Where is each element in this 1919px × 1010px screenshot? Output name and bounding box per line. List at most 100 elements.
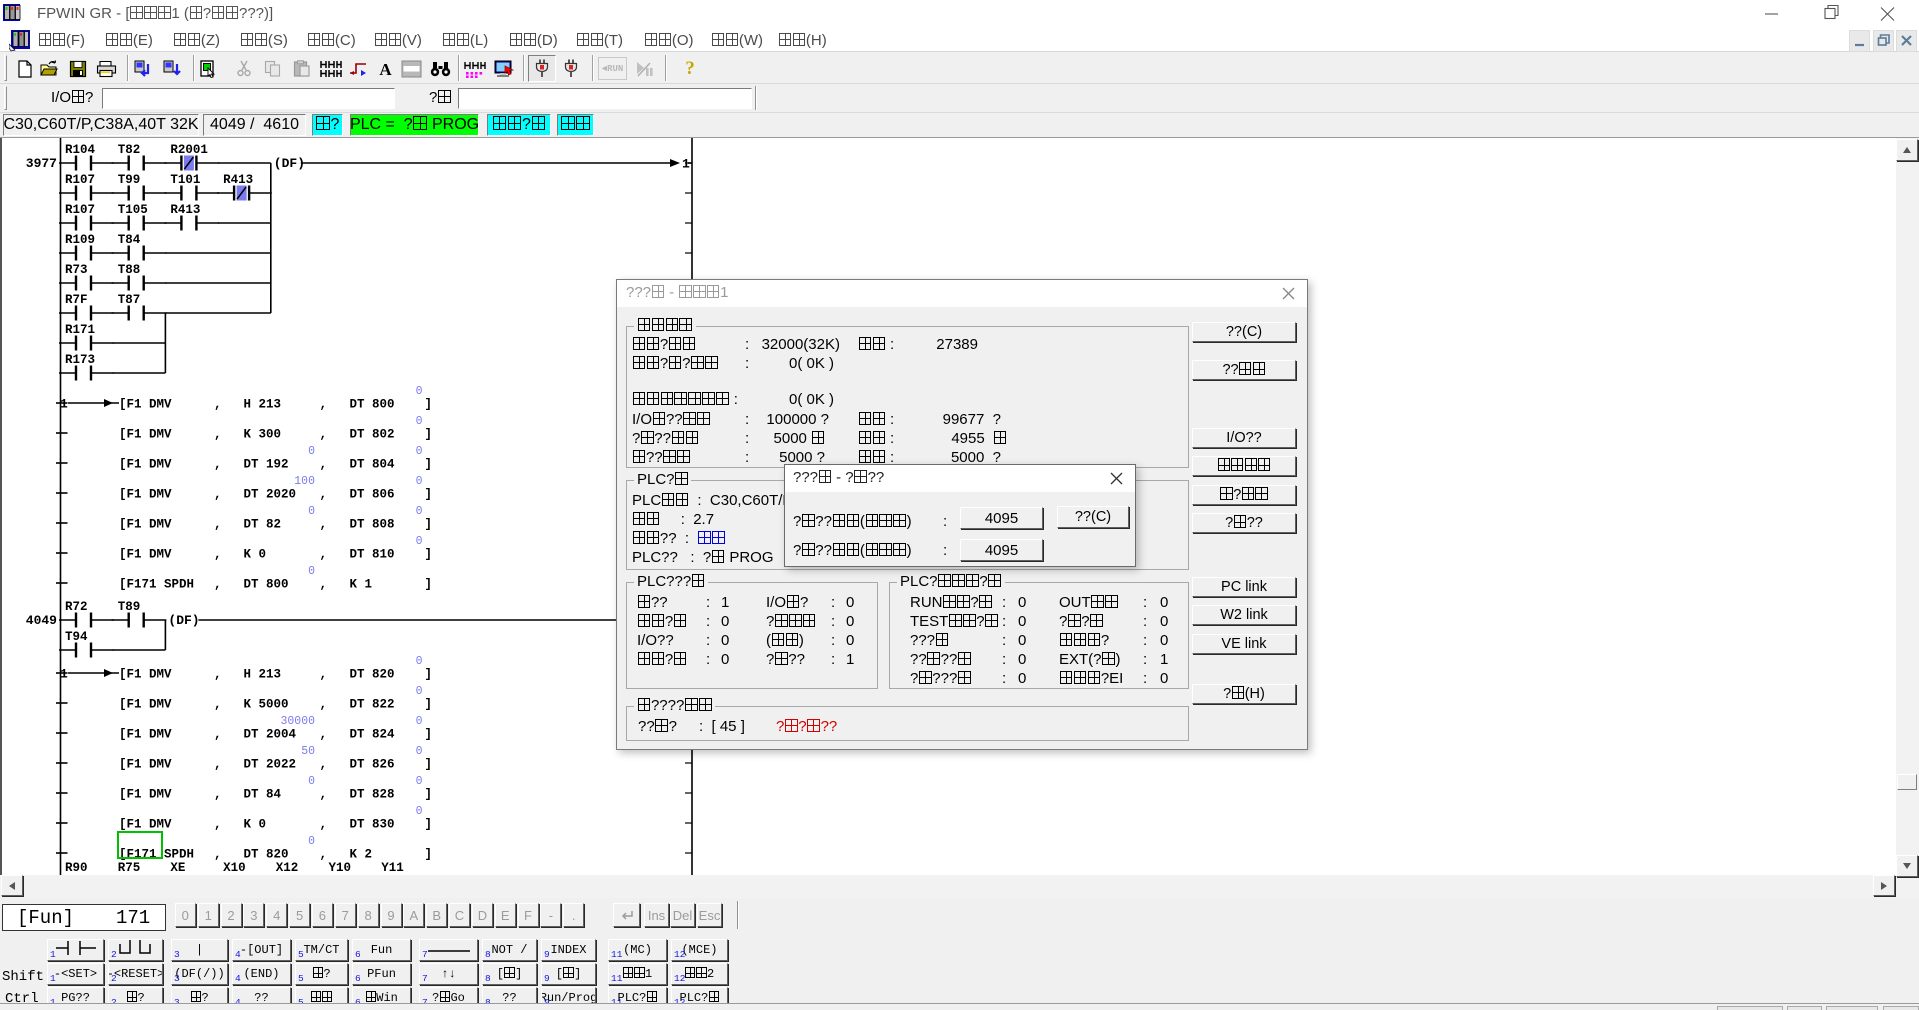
svg-text:XE: XE: [170, 861, 185, 875]
svg-text:0: 0: [416, 535, 423, 548]
svg-text:K 0: K 0: [244, 818, 267, 832]
svg-text:DT 810: DT 810: [350, 548, 395, 562]
svg-text:R107: R107: [65, 203, 95, 217]
svg-text:R107: R107: [65, 173, 95, 187]
svg-text:,: ,: [214, 458, 222, 472]
svg-text:,: ,: [320, 758, 328, 772]
svg-text:R104: R104: [65, 143, 96, 157]
svg-text:R7F: R7F: [65, 293, 88, 307]
svg-text:0: 0: [416, 805, 423, 818]
svg-text:,: ,: [320, 848, 328, 862]
svg-text:0: 0: [416, 655, 423, 668]
svg-text:[F1 DMV: [F1 DMV: [119, 458, 172, 472]
svg-text:1: 1: [60, 397, 68, 412]
svg-text:DT 806: DT 806: [350, 488, 395, 502]
svg-text:DT 2020: DT 2020: [244, 488, 297, 502]
svg-text:0: 0: [416, 505, 423, 518]
svg-text:Y10: Y10: [329, 861, 352, 875]
svg-text:[F1 DMV: [F1 DMV: [119, 398, 172, 412]
svg-text:H 213: H 213: [244, 398, 282, 412]
svg-text:[F1 DMV: [F1 DMV: [119, 428, 172, 442]
svg-text:0: 0: [308, 505, 315, 518]
svg-text:R413: R413: [223, 173, 253, 187]
svg-text:50: 50: [301, 745, 315, 758]
svg-text:,: ,: [320, 488, 328, 502]
svg-text:K 2: K 2: [350, 848, 373, 862]
svg-text:DT 2022: DT 2022: [244, 758, 297, 772]
svg-text:(DF): (DF): [168, 613, 199, 628]
svg-text:R72: R72: [65, 600, 88, 614]
svg-text:DT 82: DT 82: [244, 518, 282, 532]
svg-text:,: ,: [320, 728, 328, 742]
svg-text:T88: T88: [118, 263, 141, 277]
svg-text:,: ,: [320, 548, 328, 562]
svg-text:,: ,: [214, 728, 222, 742]
svg-text:T87: T87: [118, 293, 141, 307]
svg-text:,: ,: [214, 848, 222, 862]
svg-text:DT 804: DT 804: [350, 458, 396, 472]
svg-text:T89: T89: [118, 600, 141, 614]
svg-text:[F1 DMV: [F1 DMV: [119, 698, 172, 712]
svg-text:R75: R75: [118, 861, 141, 875]
svg-text:0: 0: [416, 475, 423, 488]
svg-text:DT 800: DT 800: [244, 578, 289, 592]
svg-text:X10: X10: [223, 861, 246, 875]
svg-text:[F1 DMV: [F1 DMV: [119, 758, 172, 772]
svg-text:DT 802: DT 802: [350, 428, 395, 442]
svg-text:DT 808: DT 808: [350, 518, 395, 532]
svg-text:,: ,: [214, 488, 222, 502]
svg-text:,: ,: [320, 518, 328, 532]
svg-text:[F1 DMV: [F1 DMV: [119, 788, 172, 802]
svg-text:,: ,: [214, 518, 222, 532]
svg-text:]: ]: [425, 548, 433, 562]
svg-text:0: 0: [308, 565, 315, 578]
svg-text:]: ]: [425, 728, 433, 742]
svg-text:0: 0: [416, 445, 423, 458]
svg-text:]: ]: [425, 488, 433, 502]
svg-text:,: ,: [320, 458, 328, 472]
svg-text:R171: R171: [65, 323, 95, 337]
svg-text:H 213: H 213: [244, 668, 282, 682]
svg-text:R73: R73: [65, 263, 88, 277]
svg-text:]: ]: [425, 818, 433, 832]
svg-text:K 5000: K 5000: [244, 698, 289, 712]
svg-text:,: ,: [214, 818, 222, 832]
svg-text:DT 824: DT 824: [350, 728, 396, 742]
svg-text:]: ]: [425, 698, 433, 712]
svg-text:DT 800: DT 800: [350, 398, 395, 412]
svg-text:,: ,: [320, 788, 328, 802]
svg-text:T82: T82: [118, 143, 141, 157]
svg-text:DT 828: DT 828: [350, 788, 395, 802]
svg-text:100: 100: [294, 475, 315, 488]
svg-text:,: ,: [320, 428, 328, 442]
svg-text:DT 192: DT 192: [244, 458, 289, 472]
svg-text:,: ,: [320, 398, 328, 412]
svg-text:0: 0: [416, 715, 423, 728]
svg-text:,: ,: [214, 428, 222, 442]
svg-text:,: ,: [214, 668, 222, 682]
svg-text:,: ,: [214, 788, 222, 802]
svg-text:DT 2004: DT 2004: [244, 728, 297, 742]
svg-text:[F1 DMV: [F1 DMV: [119, 548, 172, 562]
svg-text:[F1 DMV: [F1 DMV: [119, 728, 172, 742]
svg-text:1: 1: [682, 157, 690, 172]
svg-text:?: ?: [685, 58, 695, 78]
svg-text:1: 1: [60, 667, 68, 682]
svg-text:[F1 DMV: [F1 DMV: [119, 818, 172, 832]
svg-text:K 0: K 0: [244, 548, 267, 562]
svg-text:[F1 DMV: [F1 DMV: [119, 668, 172, 682]
svg-text:,: ,: [214, 758, 222, 772]
svg-text:[F1 DMV: [F1 DMV: [119, 488, 172, 502]
svg-text:,: ,: [214, 398, 222, 412]
svg-text:Y11: Y11: [381, 861, 404, 875]
svg-text:R173: R173: [65, 353, 95, 367]
svg-text:R90: R90: [65, 861, 88, 875]
svg-text:]: ]: [425, 578, 433, 592]
svg-text:]: ]: [425, 398, 433, 412]
svg-text:0: 0: [416, 685, 423, 698]
svg-text:DT 822: DT 822: [350, 698, 395, 712]
svg-text:DT 820: DT 820: [350, 668, 395, 682]
svg-text:]: ]: [425, 848, 433, 862]
svg-text:T94: T94: [65, 630, 88, 644]
svg-text:,: ,: [214, 698, 222, 712]
